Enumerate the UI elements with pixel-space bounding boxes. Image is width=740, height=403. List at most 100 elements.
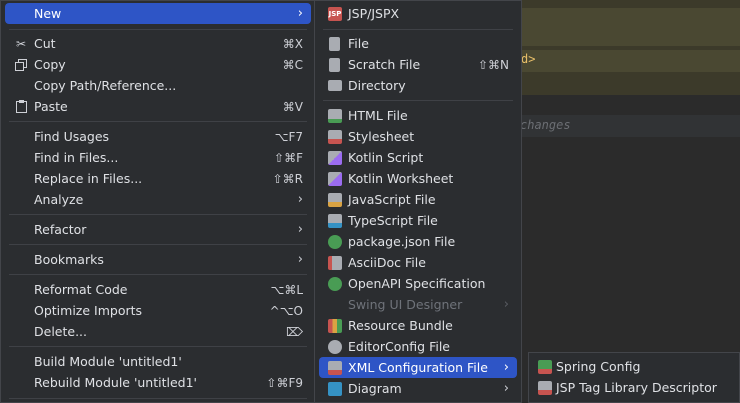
editorconfig-icon: [328, 339, 342, 354]
menu-item-label: Rebuild Module 'untitled1': [34, 375, 197, 390]
submenu-item-package-json[interactable]: package.json File: [319, 231, 517, 252]
menu-separator: [9, 29, 307, 30]
editor-highlight-line: [500, 50, 740, 72]
menu-item-label: Replace in Files...: [34, 171, 143, 186]
chevron-right-icon: ›: [297, 252, 303, 267]
tld-icon: [538, 380, 552, 395]
menu-item-label: TypeScript File: [348, 213, 438, 228]
kotlin-icon: [328, 150, 342, 165]
menu-item-cut[interactable]: ✂ Cut ⌘X: [5, 33, 311, 54]
menu-item-reformat-code[interactable]: Reformat Code ⌥⌘L: [5, 279, 311, 300]
menu-item-label: Bookmarks: [34, 252, 104, 267]
submenu-item-diagram[interactable]: Diagram ›: [319, 378, 517, 399]
resource-bundle-icon: [328, 318, 342, 333]
menu-item-label: Find in Files...: [34, 150, 119, 165]
menu-item-bookmarks[interactable]: Bookmarks ›: [5, 249, 311, 270]
menu-separator: [9, 346, 307, 347]
menu-item-copy[interactable]: Copy ⌘C: [5, 54, 311, 75]
menu-item-label: Copy: [34, 57, 66, 72]
shortcut-label: ⇧⌘F: [274, 150, 303, 165]
chevron-right-icon: ›: [503, 297, 509, 312]
menu-item-build-module[interactable]: Build Module 'untitled1': [5, 351, 311, 372]
scratch-file-icon: [329, 57, 340, 72]
shortcut-label: ⇧⌘N: [477, 57, 509, 72]
menu-item-optimize-imports[interactable]: Optimize Imports ^⌥O: [5, 300, 311, 321]
menu-item-label: Stylesheet: [348, 129, 415, 144]
chevron-right-icon: ›: [503, 360, 509, 375]
menu-item-label: Diagram: [348, 381, 402, 396]
submenu-item-resource-bundle[interactable]: Resource Bundle: [319, 315, 517, 336]
menu-item-replace-in-files[interactable]: Replace in Files... ⇧⌘R: [5, 168, 311, 189]
menu-separator: [9, 214, 307, 215]
folder-icon: [328, 80, 342, 91]
menu-item-label: Build Module 'untitled1': [34, 354, 182, 369]
submenu-item-html-file[interactable]: HTML File: [319, 105, 517, 126]
kotlin-worksheet-icon: [328, 171, 342, 186]
menu-separator: [9, 274, 307, 275]
menu-item-label: AsciiDoc File: [348, 255, 426, 270]
submenu-item-stylesheet[interactable]: Stylesheet: [319, 126, 517, 147]
submenu-item-spring-config[interactable]: Spring Config: [533, 356, 735, 377]
editor-hint-text: changes: [520, 118, 571, 132]
shortcut-label: ⌥F7: [274, 129, 303, 144]
menu-separator: [9, 121, 307, 122]
menu-item-label: Delete...: [34, 324, 87, 339]
menu-separator: [323, 100, 513, 101]
context-menu: New › ✂ Cut ⌘X Copy ⌘C Copy Path/Referen…: [0, 0, 316, 403]
submenu-item-openapi[interactable]: OpenAPI Specification: [319, 273, 517, 294]
scissors-icon: ✂: [15, 36, 27, 51]
submenu-item-kotlin-worksheet[interactable]: Kotlin Worksheet: [319, 168, 517, 189]
menu-item-label: JSP/JSPX: [348, 6, 400, 21]
copy-icon: [14, 58, 28, 72]
chevron-right-icon: ›: [297, 222, 303, 237]
menu-item-analyze[interactable]: Analyze ›: [5, 189, 311, 210]
xml-configuration-submenu: Spring Config JSP Tag Library Descriptor: [528, 352, 740, 403]
submenu-item-xml-configuration-file[interactable]: XML Configuration File ›: [319, 357, 517, 378]
submenu-item-jsp-tag-library-descriptor[interactable]: JSP Tag Library Descriptor: [533, 377, 735, 398]
submenu-item-editorconfig[interactable]: EditorConfig File: [319, 336, 517, 357]
submenu-item-swing-ui-designer: Swing UI Designer ›: [319, 294, 517, 315]
diagram-icon: [328, 381, 342, 396]
submenu-item-typescript-file[interactable]: TypeScript File: [319, 210, 517, 231]
asciidoc-icon: [328, 255, 342, 270]
openapi-icon: [328, 276, 342, 291]
file-icon: [329, 36, 340, 51]
editor-code-fragment: d>: [521, 52, 536, 66]
menu-separator: [9, 244, 307, 245]
menu-item-label: Swing UI Designer: [348, 297, 463, 312]
menu-item-label: Directory: [348, 78, 406, 93]
menu-item-label: JavaScript File: [348, 192, 436, 207]
menu-item-paste[interactable]: Paste ⌘V: [5, 96, 311, 117]
shortcut-label: ⌘C: [282, 57, 303, 72]
submenu-item-file[interactable]: File: [319, 33, 517, 54]
menu-item-label: OpenAPI Specification: [348, 276, 486, 291]
menu-item-copy-path[interactable]: Copy Path/Reference...: [5, 75, 311, 96]
shortcut-label: ⌘X: [282, 36, 303, 51]
submenu-item-scratch-file[interactable]: Scratch File ⇧⌘N: [319, 54, 517, 75]
menu-item-rebuild-module[interactable]: Rebuild Module 'untitled1' ⇧⌘F9: [5, 372, 311, 393]
menu-item-label: HTML File: [348, 108, 408, 123]
menu-item-find-in-files[interactable]: Find in Files... ⇧⌘F: [5, 147, 311, 168]
shortcut-label: ^⌥O: [269, 303, 303, 318]
menu-item-label: Find Usages: [34, 129, 110, 144]
submenu-item-kotlin-script[interactable]: Kotlin Script: [319, 147, 517, 168]
shortcut-label: ⌥⌘L: [270, 282, 303, 297]
submenu-item-javascript-file[interactable]: JavaScript File: [319, 189, 517, 210]
clipboard-icon: [14, 100, 28, 114]
typescript-icon: [328, 213, 342, 228]
menu-item-label: Refactor: [34, 222, 87, 237]
menu-item-label: File: [348, 36, 369, 51]
submenu-item-directory[interactable]: Directory: [319, 75, 517, 96]
menu-item-label: Spring Config: [556, 359, 641, 374]
menu-item-delete[interactable]: Delete... ⌦: [5, 321, 311, 342]
xml-icon: [328, 360, 342, 375]
menu-item-new[interactable]: New ›: [5, 3, 311, 24]
menu-item-refactor[interactable]: Refactor ›: [5, 219, 311, 240]
submenu-item-asciidoc-file[interactable]: AsciiDoc File: [319, 252, 517, 273]
menu-separator: [323, 29, 513, 30]
javascript-icon: [328, 192, 342, 207]
jsp-icon: JSP: [328, 6, 342, 21]
menu-item-find-usages[interactable]: Find Usages ⌥F7: [5, 126, 311, 147]
chevron-right-icon: ›: [297, 192, 303, 207]
submenu-item-jsp[interactable]: JSP JSP/JSPX: [319, 3, 517, 24]
